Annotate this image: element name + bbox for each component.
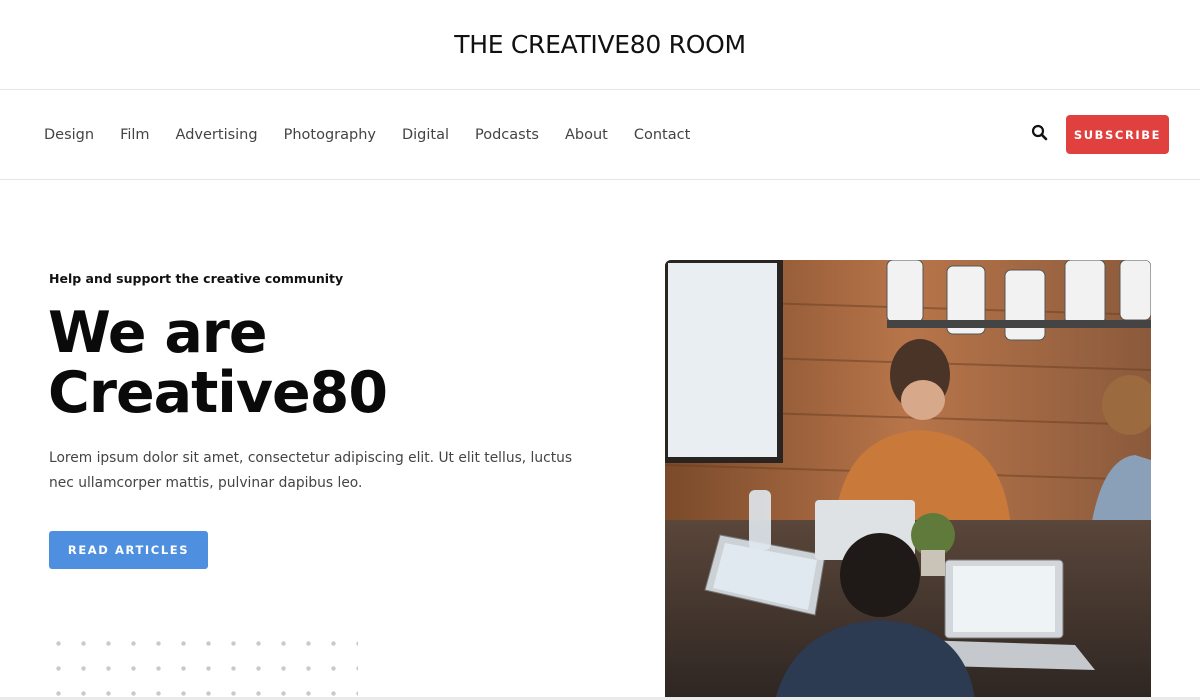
hero-title-line-2: Creative80 <box>48 360 388 426</box>
nav-item-photography[interactable]: Photography <box>284 127 376 143</box>
decorative-dot-grid <box>46 631 358 700</box>
site-header: THE CREATIVE80 ROOM <box>0 0 1200 90</box>
hero-image <box>665 260 1151 700</box>
nav-links: Design Film Advertising Photography Digi… <box>44 90 716 180</box>
hero-title: We are Creative80 <box>48 303 608 423</box>
hero-eyebrow: Help and support the creative community <box>49 271 344 286</box>
site-title[interactable]: THE CREATIVE80 ROOM <box>454 30 746 59</box>
hero-section: Help and support the creative community … <box>0 180 1200 700</box>
nav-item-advertising[interactable]: Advertising <box>176 127 258 143</box>
subscribe-button[interactable]: SUBSCRIBE <box>1066 115 1169 154</box>
nav-item-film[interactable]: Film <box>120 127 149 143</box>
search-icon[interactable] <box>1029 122 1051 144</box>
hero-title-line-1: We are <box>48 300 268 366</box>
nav-item-design[interactable]: Design <box>44 127 94 143</box>
nav-item-about[interactable]: About <box>565 127 608 143</box>
nav-item-contact[interactable]: Contact <box>634 127 690 143</box>
nav-item-digital[interactable]: Digital <box>402 127 449 143</box>
read-articles-button[interactable]: READ ARTICLES <box>49 531 208 569</box>
main-navbar: Design Film Advertising Photography Digi… <box>0 90 1200 180</box>
hero-description: Lorem ipsum dolor sit amet, consectetur … <box>49 450 573 491</box>
nav-item-podcasts[interactable]: Podcasts <box>475 127 539 143</box>
